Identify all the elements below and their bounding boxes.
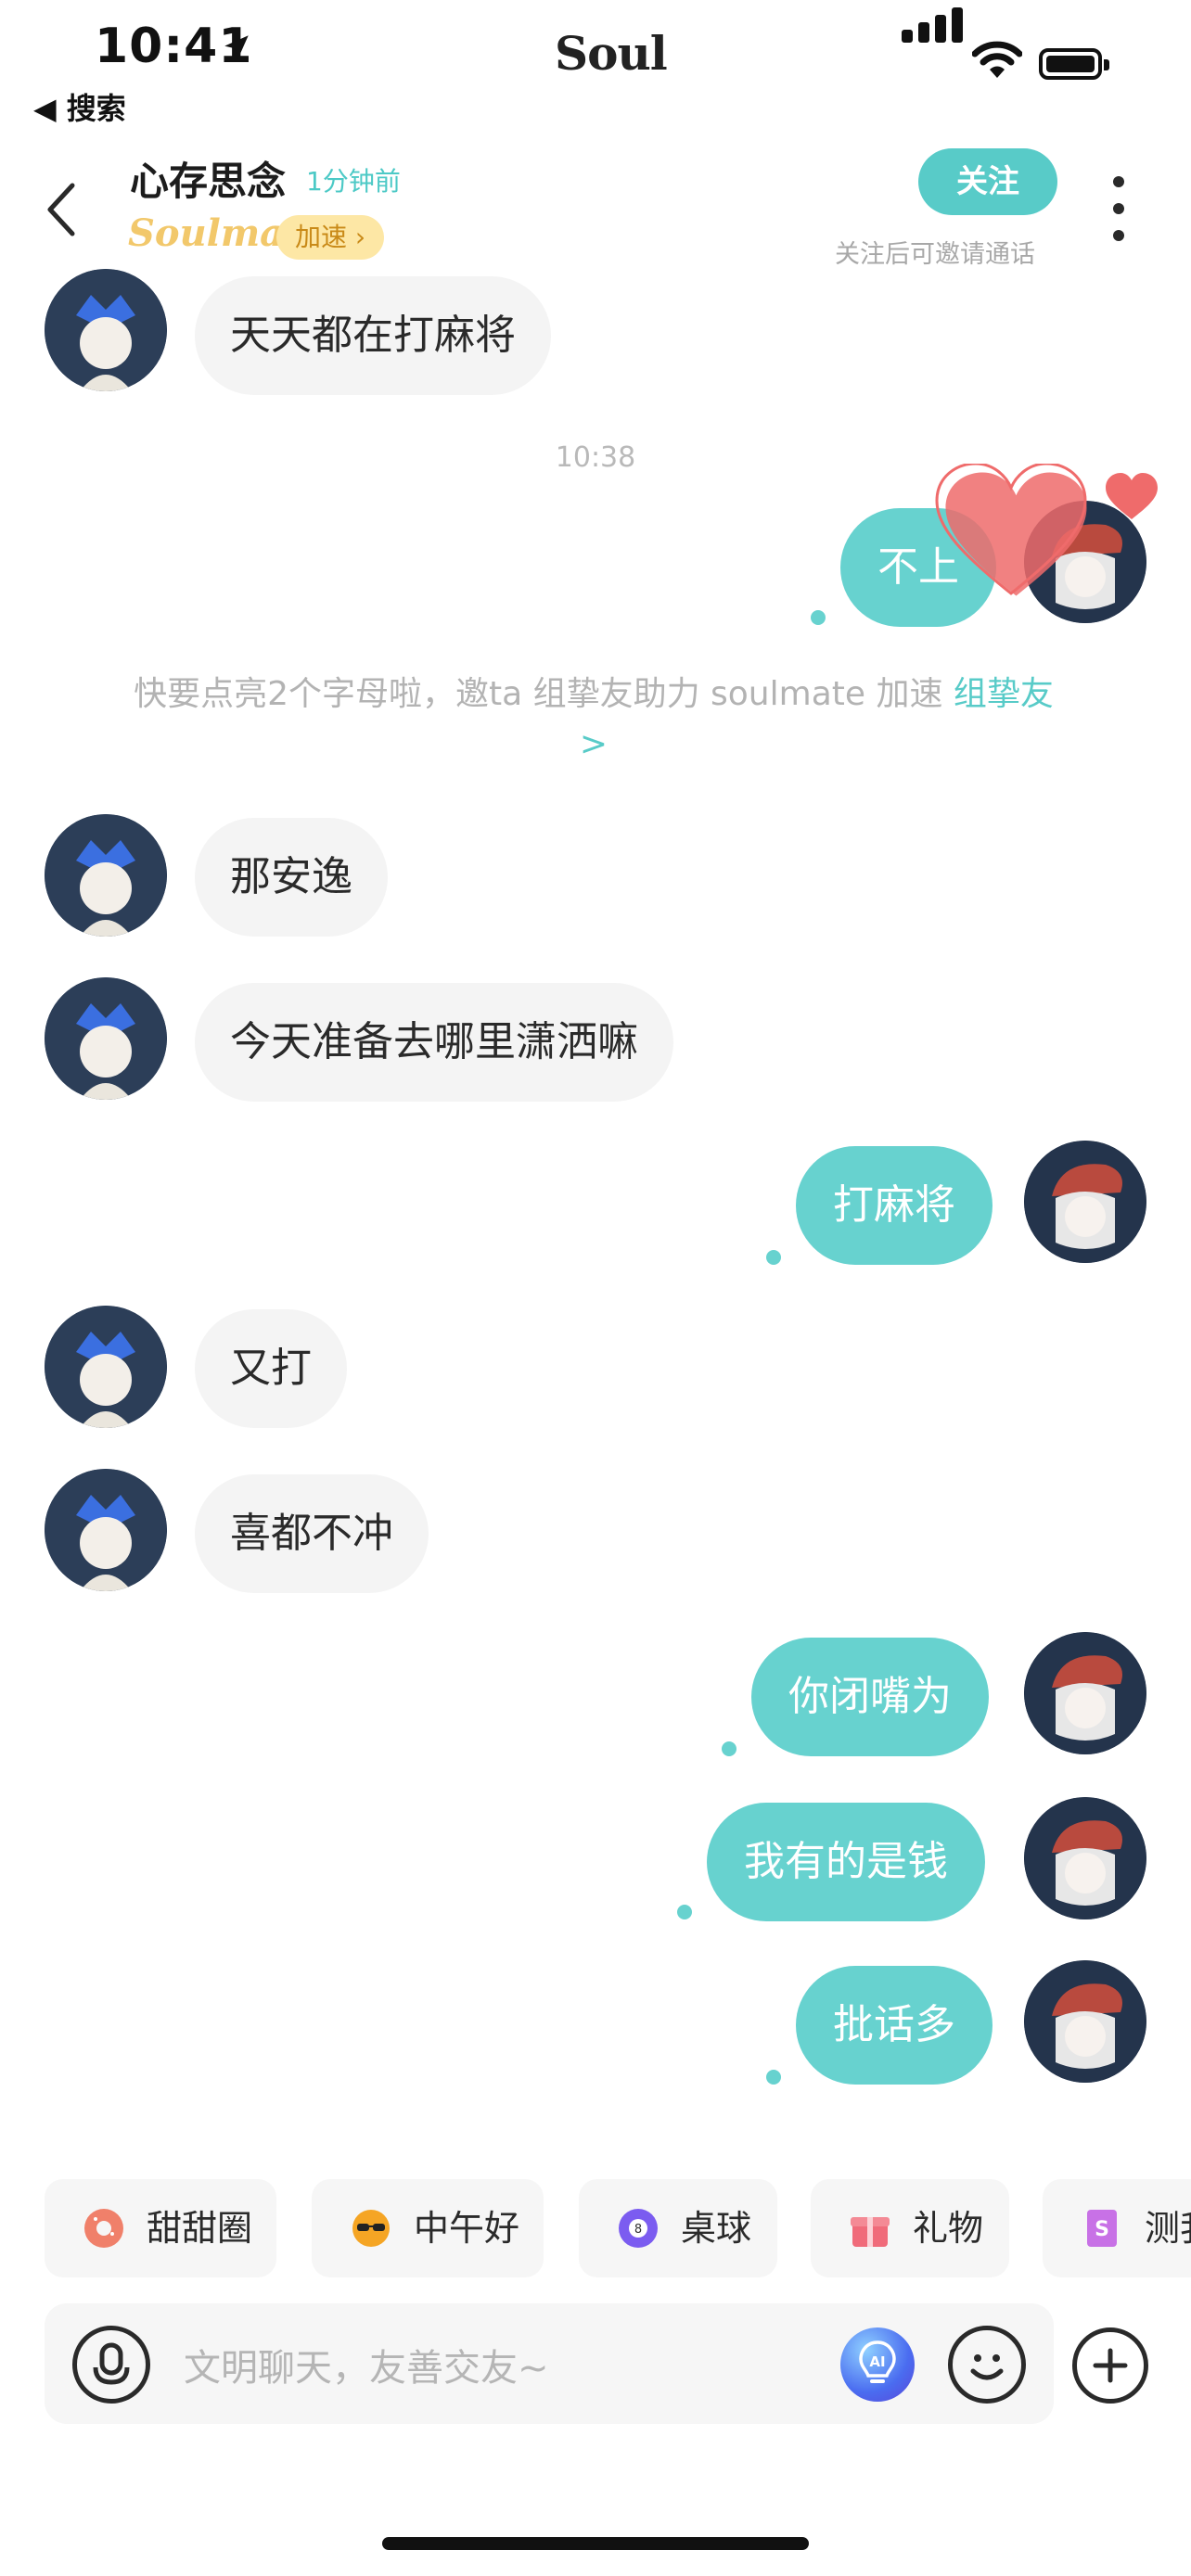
quick-action-gift[interactable]: 礼物 [811, 2179, 1009, 2277]
quick-action-billiards[interactable]: 8 桌球 [579, 2179, 777, 2277]
home-indicator[interactable] [382, 2537, 809, 2550]
sun-sunglasses-icon [352, 2210, 390, 2247]
heart-animation-icon [935, 464, 1158, 596]
incoming-message-bubble[interactable]: 天天都在打麻将 [195, 276, 551, 395]
quick-action-label: 中午好 [414, 2208, 520, 2249]
system-notice: 快要点亮2个字母啦，邀ta 组挚友助力 soulmate 加速 组挚友> [130, 670, 1057, 770]
other-user-avatar[interactable] [45, 814, 167, 937]
incoming-message-bubble[interactable]: 喜都不冲 [195, 1474, 429, 1593]
outgoing-message-bubble[interactable]: 你闭嘴为 [751, 1638, 989, 1756]
my-avatar[interactable] [1024, 1960, 1146, 2083]
more-options-icon[interactable] [1108, 176, 1130, 241]
my-avatar[interactable] [1024, 1141, 1146, 1263]
emoji-icon[interactable] [948, 2326, 1026, 2404]
other-user-avatar[interactable] [45, 269, 167, 391]
system-notice-text: 快要点亮2个字母啦，邀ta 组挚友助力 soulmate 加速 [134, 675, 954, 713]
my-avatar[interactable] [1024, 1797, 1146, 1919]
donut-icon [84, 2209, 123, 2248]
battery-icon [1039, 48, 1109, 80]
quick-action-label: 礼物 [913, 2208, 984, 2249]
other-user-avatar[interactable] [45, 977, 167, 1100]
sent-indicator-dot [811, 610, 826, 625]
message-input-placeholder[interactable]: 文明聊天，友善交友~ [184, 2338, 549, 2391]
sent-indicator-dot [722, 1741, 736, 1756]
other-user-avatar[interactable] [45, 1306, 167, 1428]
quick-action-good-noon[interactable]: 中午好 [312, 2179, 544, 2277]
sent-indicator-dot [677, 1905, 692, 1919]
follow-button[interactable]: 关注 [918, 148, 1057, 215]
add-attachment-icon[interactable] [1072, 2327, 1148, 2404]
incoming-message-bubble[interactable]: 今天准备去哪里潇洒嘛 [195, 983, 673, 1102]
ai-assistant-icon[interactable]: AI [840, 2327, 915, 2402]
back-chevron-icon[interactable] [43, 182, 80, 237]
incoming-message-bubble[interactable]: 那安逸 [195, 818, 388, 937]
billiard-ball-icon: 8 [619, 2209, 658, 2248]
location-arrow-icon [224, 35, 249, 59]
wifi-icon [972, 41, 1022, 78]
follow-hint: 关注后可邀请通话 [835, 240, 1035, 269]
last-active-time: 1分钟前 [306, 166, 401, 197]
contact-name[interactable]: 心存思念 [130, 150, 286, 207]
app-logo: Soul [555, 26, 668, 81]
voice-input-icon[interactable] [72, 2326, 150, 2404]
book-icon: S [1087, 2210, 1117, 2247]
accelerate-button[interactable]: 加速 › [276, 215, 385, 260]
status-bar: 10:41 ◀ 搜索 Soul [0, 0, 1191, 130]
other-user-avatar[interactable] [45, 1469, 167, 1591]
outgoing-message-bubble[interactable]: 批话多 [796, 1966, 992, 2085]
quick-action-label: 测我 [1145, 2208, 1191, 2249]
gift-icon [851, 2217, 890, 2247]
ai-label: AI [869, 2353, 885, 2370]
quick-action-label: 甜甜圈 [147, 2208, 253, 2249]
outgoing-message-bubble[interactable]: 打麻将 [796, 1146, 992, 1265]
svg-text:8: 8 [634, 2223, 642, 2237]
svg-text:S: S [1095, 2218, 1109, 2241]
my-avatar[interactable] [1024, 1632, 1146, 1754]
back-to-search-link[interactable]: ◀ 搜索 [33, 85, 126, 128]
outgoing-message-bubble[interactable]: 我有的是钱 [707, 1803, 985, 1921]
incoming-message-bubble[interactable]: 又打 [195, 1309, 347, 1428]
quick-action-donut[interactable]: 甜甜圈 [45, 2179, 276, 2277]
sent-indicator-dot [766, 1250, 781, 1265]
sent-indicator-dot [766, 2070, 781, 2085]
quick-action-test[interactable]: S 测我 [1043, 2179, 1191, 2277]
quick-action-label: 桌球 [681, 2208, 752, 2249]
